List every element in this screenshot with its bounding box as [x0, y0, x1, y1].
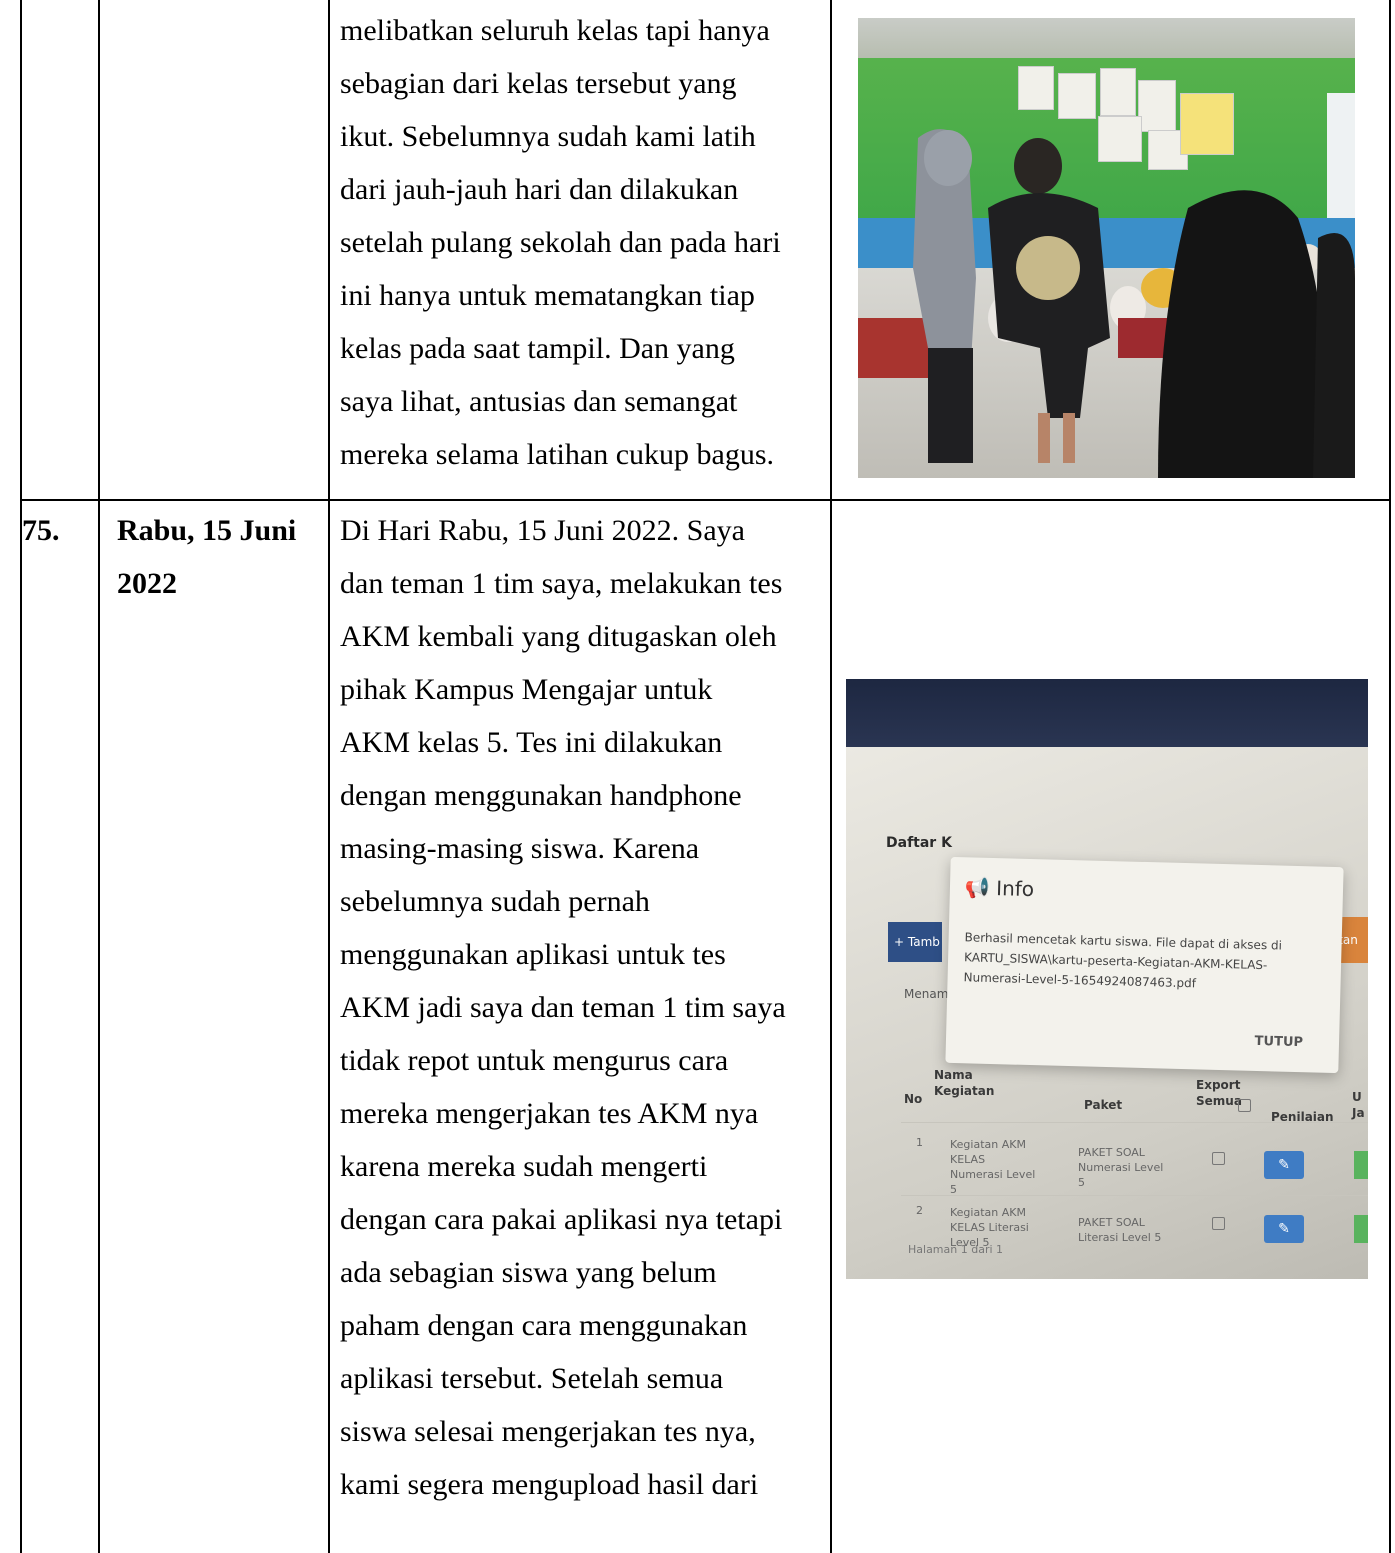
text-line: dan teman 1 tim saya, melakukan tes: [340, 567, 783, 600]
pencil-icon: ✎: [1264, 1151, 1304, 1179]
dialog-title: 📢 Info: [965, 875, 1035, 901]
text-line: sebagian dari kelas tersebut yang: [340, 67, 737, 100]
row-checkbox-icon: [1212, 1217, 1225, 1230]
th-paket: Paket: [1084, 1098, 1123, 1112]
screen-photo: Daftar K + Tamb tan Menam No Nama Kegiat…: [846, 679, 1368, 1279]
green-action-icon: [1354, 1151, 1368, 1179]
dialog-title-text: Info: [995, 876, 1035, 902]
cell-no: 2: [916, 1204, 923, 1217]
text-line: setelah pulang sekolah dan pada hari: [340, 226, 781, 259]
megaphone-icon: 📢: [964, 875, 991, 900]
row-divider: [20, 499, 1391, 501]
green-action-icon: [1354, 1215, 1368, 1243]
th-export-semua: Export Semua: [1196, 1078, 1242, 1108]
text-line: ada sebagian siswa yang belum: [340, 1256, 717, 1289]
row-checkbox-icon: [1212, 1152, 1225, 1165]
date-line: 2022: [117, 567, 177, 600]
table-border-col3: [830, 0, 832, 1553]
add-button: + Tamb: [888, 922, 942, 962]
text-line: tidak repot untuk mengurus cara: [340, 1044, 729, 1077]
text-line: pihak Kampus Mengajar untuk: [340, 673, 713, 706]
text-line: dengan menggunakan handphone: [340, 779, 742, 812]
text-line: kami segera mengupload hasil dari: [340, 1468, 759, 1501]
text-line: mereka mengerjakan tes AKM nya: [340, 1097, 759, 1130]
text-line: menggunakan aplikasi untuk tes: [340, 938, 726, 971]
text-line: melibatkan seluruh kelas tapi hanya: [340, 14, 770, 47]
text-line: AKM jadi saya dan teman 1 tim saya: [340, 991, 786, 1024]
table-border-right: [1389, 0, 1391, 1553]
dialog-message: Berhasil mencetak kartu siswa. File dapa…: [963, 930, 1283, 991]
text-line: sebelumnya sudah pernah: [340, 885, 650, 918]
menam-label: Menam: [904, 987, 949, 1001]
th-no: No: [904, 1092, 923, 1106]
row-top-description: melibatkan seluruh kelas tapi hanya seba…: [340, 4, 820, 481]
page-title: Daftar K: [886, 835, 952, 851]
entry-date: Rabu, 15 Juni 2022: [117, 504, 296, 610]
document-page: melibatkan seluruh kelas tapi hanya seba…: [0, 0, 1395, 1553]
text-line: paham dengan cara menggunakan: [340, 1309, 748, 1342]
th-extra: U Ja: [1352, 1090, 1365, 1120]
info-dialog: 📢 Info Berhasil mencetak kartu siswa. Fi…: [945, 856, 1344, 1074]
text-line: kelas pada saat tampil. Dan yang: [340, 332, 735, 365]
classroom-photo: [858, 18, 1355, 478]
table-border-col1: [98, 0, 100, 1553]
text-line: mereka selama latihan cukup bagus.: [340, 438, 775, 471]
text-line: AKM kembali yang ditugaskan oleh: [340, 620, 777, 653]
text-line: karena mereka sudah mengerti: [340, 1150, 708, 1183]
date-line: Rabu, 15 Juni: [117, 514, 297, 547]
text-line: ini hanya untuk mematangkan tiap: [340, 279, 755, 312]
entry-number: 75.: [22, 514, 60, 547]
table-border-col2: [328, 0, 330, 1553]
text-line: AKM kelas 5. Tes ini dilakukan: [340, 726, 723, 759]
text-line: dari jauh-jauh hari dan dilakukan: [340, 173, 739, 206]
cell-paket: PAKET SOAL Literasi Level 5: [1078, 1216, 1162, 1244]
table-border-left: [20, 0, 22, 1553]
text-line: ikut. Sebelumnya sudah kami latih: [340, 120, 756, 153]
text-line: Di Hari Rabu, 15 Juni 2022. Saya: [340, 514, 745, 547]
text-line: aplikasi tersebut. Setelah semua: [340, 1362, 724, 1395]
text-line: saya lihat, antusias dan semangat: [340, 385, 738, 418]
text-line: siswa selesai mengerjakan tes nya,: [340, 1415, 756, 1448]
text-line: masing-masing siswa. Karena: [340, 832, 700, 865]
cell-kegiatan: Kegiatan AKM KELAS Numerasi Level 5: [950, 1138, 1036, 1196]
text-line: dengan cara pakai aplikasi nya tetapi: [340, 1203, 783, 1236]
pagination-text: Halaman 1 dari 1: [908, 1243, 1004, 1256]
cell-no: 1: [916, 1136, 923, 1149]
cell-paket: PAKET SOAL Numerasi Level 5: [1078, 1146, 1164, 1189]
export-all-checkbox-icon: [1238, 1099, 1251, 1112]
close-button: TUTUP: [1254, 1033, 1304, 1051]
row-75-description: Di Hari Rabu, 15 Juni 2022. Saya dan tem…: [340, 504, 820, 1511]
th-nama-kegiatan: Nama Kegiatan: [934, 1068, 995, 1098]
pencil-icon: ✎: [1264, 1215, 1304, 1243]
